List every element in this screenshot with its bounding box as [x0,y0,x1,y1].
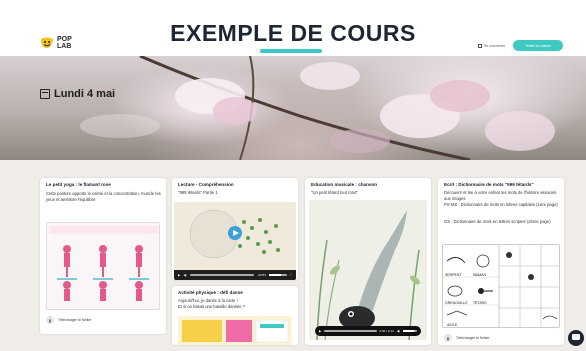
date-label: Lundi 4 mai [54,88,116,100]
page-title: EXEMPLE DE COURS [170,20,416,46]
login-link[interactable]: Se connecter [478,44,505,48]
card-title: Lecture - Compréhension [178,182,234,187]
video-time: -00:53 [257,273,266,277]
try-label: Tester en classe [525,43,551,48]
yoga-figures-illustration [50,226,158,301]
card-description: Découvrir et lire à votre enfant les mot… [444,190,557,201]
tadpole-illustration: ▶ 0:00 / 2:14 ◀) [309,200,427,340]
volume-icon[interactable]: ◀) [183,273,186,277]
download-link[interactable]: ▮ Télécharger le fichier [444,334,490,342]
audio-volume-slider[interactable] [403,330,417,332]
word-pictures [443,245,559,327]
attachment-icon: ▮ [46,316,54,324]
audio-player[interactable]: ▶ 0:00 / 2:14 ◀) [315,326,421,336]
dance-cards-image[interactable] [178,316,292,345]
tadpole-drawing [316,210,420,340]
audio-volume-icon[interactable]: ◀) [397,329,400,333]
card-lecture[interactable]: Lecture - Compréhension "999 têtards" Pa… [172,178,298,280]
login-label: Se connecter [484,44,506,48]
audio-play-icon[interactable]: ▶ [319,329,321,333]
audio-progress[interactable] [324,330,377,332]
card-ecrit[interactable]: Ecrit : Dictionnaire de mots "999 têtard… [438,178,564,345]
card-description-2: Et si on faisait une bataille dansée ? [178,304,246,309]
video-controls[interactable]: ▶ ◀) -00:53 ⛶ [174,270,296,280]
word-dictionary-image[interactable]: SERPENT MAMAN GRENOUILLE TÊTARD AIGLE [442,244,560,328]
card-title: Le petit yoga : le flamant rose [46,182,111,187]
card-musique[interactable]: Education musicale : chanson "Un petit t… [305,178,431,345]
audio-time: 0:00 / 2:14 [379,329,394,333]
card-title: Ecrit : Dictionnaire de mots "999 têtard… [444,182,534,187]
calendar-icon [40,89,50,99]
card-description-1: Aujourd'hui, je danse à la carte ! [178,298,238,303]
attachment-icon: ▮ [444,334,452,342]
chat-icon [572,334,580,340]
download-link[interactable]: ▮ Télécharger le fichier [46,316,92,324]
video-player[interactable]: ▶ ◀) -00:53 ⛶ [174,202,296,280]
card-subtitle: "999 têtards" Partie 1 [178,190,218,195]
card-title: Activité physique : défi danse [178,290,243,295]
card-gs: GS : Dictionnaire de mots en lettres scr… [444,219,551,224]
play-icon [233,230,239,236]
progress-bar[interactable] [189,274,255,276]
card-subtitle: "Un petit têtard tout rond" [311,190,358,195]
volume-slider[interactable] [268,274,287,276]
fullscreen-icon[interactable]: ⛶ [290,273,292,277]
card-ps-ms: PS-MS : Dictionnaire de mots en lettres … [444,202,558,207]
lesson-date: Lundi 4 mai [40,88,115,100]
yoga-poster-image[interactable] [46,222,160,310]
try-in-class-button[interactable]: Tester en classe [513,40,563,51]
title-underline [260,49,322,53]
card-yoga[interactable]: Le petit yoga : le flamant rose Cette po… [40,178,166,334]
top-bar: POP LAB EXEMPLE DE COURS Se connecter Te… [0,0,586,56]
download-label: Télécharger le fichier [456,336,490,340]
card-activite[interactable]: Activité physique : défi danse Aujourd'h… [172,286,298,345]
hero-banner: Lundi 4 mai [0,56,586,160]
dance-cards-illustration [182,319,289,343]
magnolia-illustration [80,56,555,160]
chat-button[interactable] [568,330,584,346]
card-title: Education musicale : chanson [311,182,378,187]
grid-icon [478,44,482,48]
card-description: Cette posture apporte le calme et la con… [46,191,161,202]
download-label: Télécharger le fichier [58,318,92,322]
play-control-icon[interactable]: ▶ [178,273,180,277]
